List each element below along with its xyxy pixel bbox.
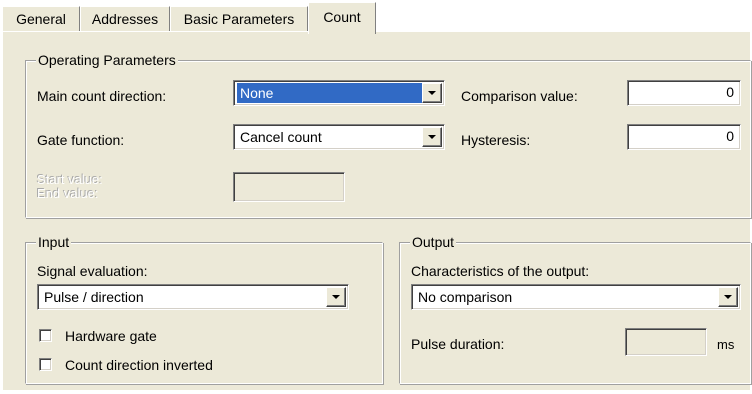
pulse-duration-unit: ms xyxy=(717,337,735,352)
hardware-gate-label[interactable]: Hardware gate xyxy=(65,328,157,344)
hysteresis-label: Hysteresis: xyxy=(461,132,531,148)
gate-function-label: Gate function: xyxy=(37,132,125,148)
tab-count[interactable]: Count xyxy=(308,2,376,34)
gate-function-value: Cancel count xyxy=(240,129,322,145)
tab-basic-parameters[interactable]: Basic Parameters xyxy=(170,6,308,32)
characteristics-output-dropdown-button[interactable] xyxy=(718,287,738,307)
comparison-value-field[interactable]: 0 xyxy=(627,80,741,106)
gate-function-select[interactable]: Cancel count xyxy=(233,124,445,150)
signal-evaluation-dropdown-button[interactable] xyxy=(326,287,346,307)
main-count-direction-dropdown-button[interactable] xyxy=(422,83,442,103)
count-tab-panel: Operating Parameters Main count directio… xyxy=(2,32,751,390)
main-count-direction-select[interactable]: None xyxy=(233,80,445,106)
signal-evaluation-label: Signal evaluation: xyxy=(37,263,148,279)
hysteresis-field[interactable]: 0 xyxy=(627,124,741,150)
end-value-label: End value: xyxy=(37,186,99,201)
tab-general[interactable]: General xyxy=(2,6,80,32)
signal-evaluation-value: Pulse / direction xyxy=(44,289,144,305)
comparison-value-label: Comparison value: xyxy=(461,88,578,104)
chevron-down-icon xyxy=(724,295,732,299)
count-direction-inverted-label[interactable]: Count direction inverted xyxy=(65,357,213,373)
pulse-duration-label: Pulse duration: xyxy=(411,336,505,352)
count-direction-inverted-checkbox[interactable] xyxy=(39,358,52,371)
output-title: Output xyxy=(410,234,457,250)
characteristics-output-value: No comparison xyxy=(418,289,513,305)
hardware-gate-checkbox[interactable] xyxy=(39,329,52,342)
chevron-down-icon xyxy=(428,91,436,95)
characteristics-output-label: Characteristics of the output: xyxy=(411,263,590,279)
pulse-duration-field xyxy=(625,328,707,356)
main-count-direction-label: Main count direction: xyxy=(37,88,167,104)
gate-function-dropdown-button[interactable] xyxy=(422,127,442,147)
signal-evaluation-select[interactable]: Pulse / direction xyxy=(37,284,349,310)
tab-addresses[interactable]: Addresses xyxy=(80,6,170,32)
operating-parameters-title: Operating Parameters xyxy=(36,52,178,68)
start-end-value-field xyxy=(233,172,345,202)
start-value-label: Start value: xyxy=(37,172,103,187)
main-count-direction-value: None xyxy=(237,83,422,103)
chevron-down-icon xyxy=(332,295,340,299)
chevron-down-icon xyxy=(428,135,436,139)
characteristics-output-select[interactable]: No comparison xyxy=(411,284,741,310)
input-title: Input xyxy=(36,234,72,250)
